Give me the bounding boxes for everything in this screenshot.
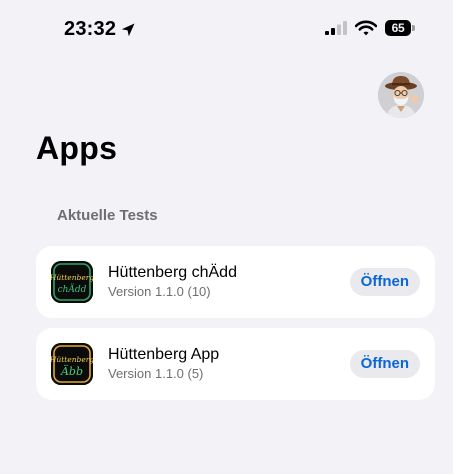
app-version: Version 1.1.0 (10) bbox=[108, 284, 211, 299]
status-icons: 65 bbox=[325, 20, 415, 36]
app-icon-huettenberg-chaedd: Hüttenberg chÄdd bbox=[51, 261, 93, 303]
app-icon-word: Äbb bbox=[60, 364, 83, 378]
app-icon-huettenberg-app: Hüttenberg Äbb bbox=[51, 343, 93, 385]
memoji-avatar-icon bbox=[378, 72, 424, 118]
battery-cap bbox=[412, 25, 415, 31]
battery-icon: 65 bbox=[385, 20, 415, 36]
open-button[interactable]: Öffnen bbox=[349, 268, 420, 296]
status-bar: 23:32 65 bbox=[0, 0, 453, 70]
signal-icon bbox=[325, 21, 347, 35]
app-icon-brand: Hüttenberg bbox=[51, 355, 93, 364]
app-card-huettenberg-app[interactable]: Hüttenberg Äbb Hüttenberg App Version 1.… bbox=[36, 328, 435, 400]
clock-time: 23:32 bbox=[64, 18, 117, 40]
open-button[interactable]: Öffnen bbox=[349, 350, 420, 378]
app-name: Hüttenberg chÄdd bbox=[108, 264, 237, 281]
avatar[interactable] bbox=[378, 72, 424, 118]
app-name: Hüttenberg App bbox=[108, 346, 220, 363]
app-icon-brand: Hüttenberg bbox=[51, 273, 93, 282]
wifi-icon bbox=[355, 20, 377, 36]
battery-level: 65 bbox=[385, 20, 411, 36]
app-card-huettenberg-chaedd[interactable]: Hüttenberg chÄdd Hüttenberg chÄdd Versio… bbox=[36, 246, 435, 318]
app-logo-icon: Hüttenberg Äbb bbox=[51, 343, 93, 385]
page-title: Apps bbox=[36, 130, 118, 166]
app-icon-word: chÄdd bbox=[58, 283, 87, 295]
app-logo-icon: Hüttenberg chÄdd bbox=[51, 261, 93, 303]
status-time: 23:32 bbox=[64, 18, 136, 41]
location-arrow-icon bbox=[121, 23, 135, 36]
app-version: Version 1.1.0 (5) bbox=[108, 366, 204, 381]
section-header: Aktuelle Tests bbox=[57, 207, 158, 224]
